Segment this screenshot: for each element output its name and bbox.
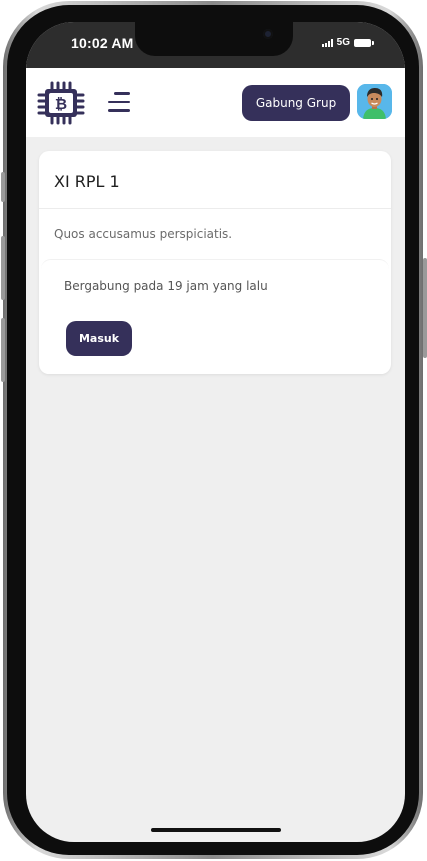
svg-text:₿: ₿ bbox=[55, 95, 67, 113]
app-header: ₿ Gabung Grup bbox=[26, 68, 405, 137]
camera-icon bbox=[263, 29, 273, 39]
status-bar: 10:02 AM 5G bbox=[26, 22, 405, 68]
side-button-silent bbox=[1, 172, 5, 202]
status-time: 10:02 AM bbox=[71, 35, 134, 51]
side-button-power bbox=[423, 258, 427, 358]
group-title: XI RPL 1 bbox=[54, 172, 120, 191]
group-card-footer bbox=[41, 259, 389, 374]
group-description: Quos accusamus perspiciatis. bbox=[54, 227, 233, 241]
notch bbox=[135, 22, 293, 56]
side-button-volume-up bbox=[1, 236, 5, 300]
side-button-volume-down bbox=[1, 318, 5, 382]
join-group-button[interactable]: Gabung Grup bbox=[242, 85, 350, 121]
group-card: XI RPL 1 Quos accusamus perspiciatis. Be… bbox=[39, 151, 391, 374]
status-indicators: 5G bbox=[321, 37, 374, 48]
user-avatar[interactable] bbox=[357, 84, 392, 119]
card-divider bbox=[39, 208, 391, 209]
phone-screen: 10:02 AM 5G ₿ Gabung Grup XI RPL 1 Quos … bbox=[26, 22, 405, 842]
hamburger-menu-icon[interactable] bbox=[104, 89, 130, 115]
home-indicator[interactable] bbox=[151, 828, 281, 832]
battery-icon bbox=[354, 38, 374, 47]
joined-time-text: Bergabung pada 19 jam yang lalu bbox=[64, 279, 268, 293]
bitcoin-chip-icon[interactable]: ₿ bbox=[35, 77, 87, 129]
signal-icon bbox=[321, 38, 333, 47]
enter-group-button[interactable]: Masuk bbox=[66, 321, 132, 356]
network-label: 5G bbox=[336, 37, 350, 48]
